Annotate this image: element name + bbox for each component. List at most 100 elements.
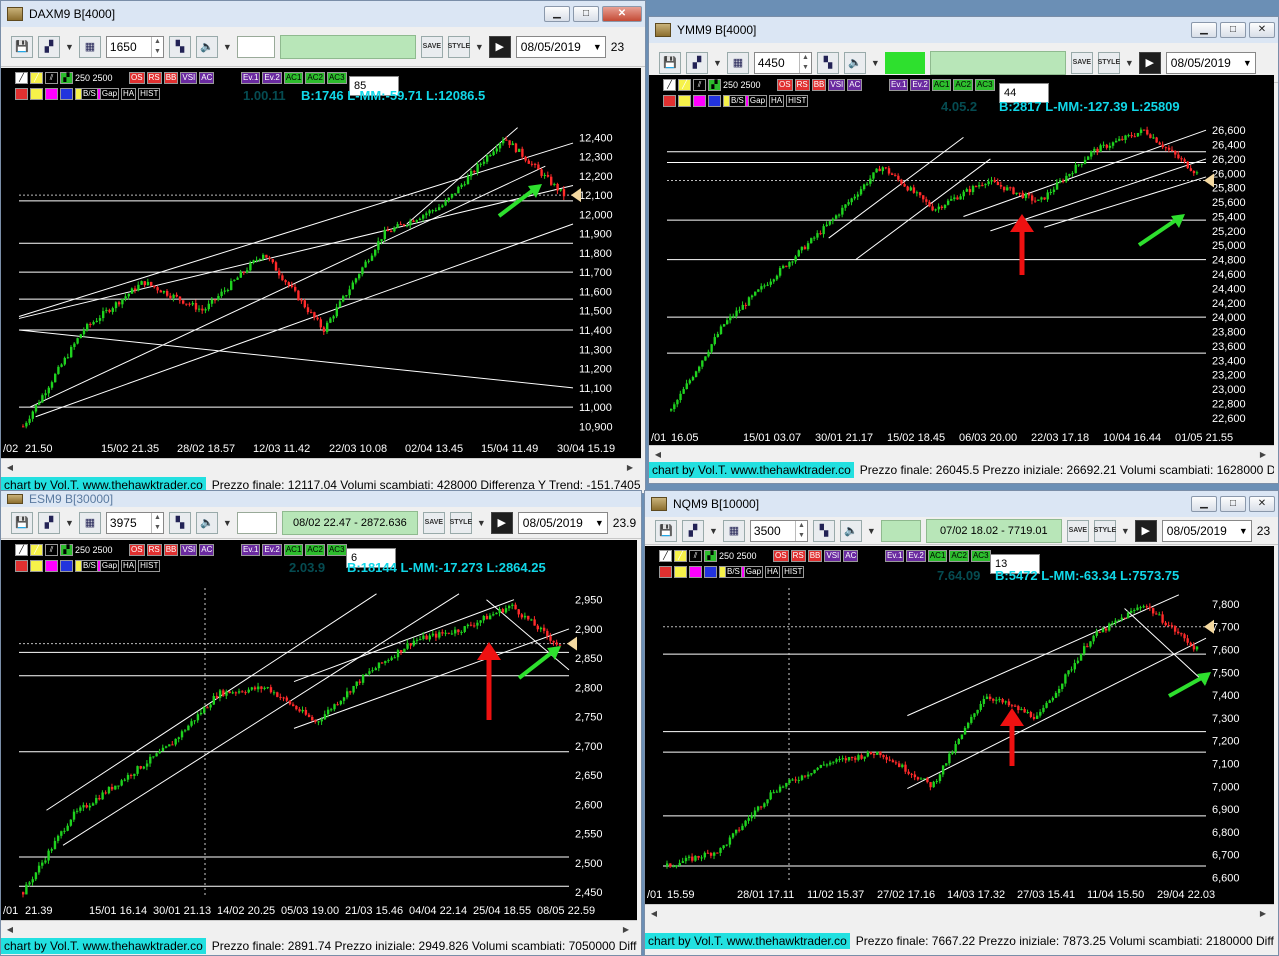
dax-titlebar[interactable]: DAXM9 B[4000] ▁ □ ✕ xyxy=(1,1,645,27)
channel-icon[interactable]: ⫽ xyxy=(689,550,702,562)
chevron-down-icon[interactable]: ▼ xyxy=(709,526,718,536)
ymm-titlebar[interactable]: YMM9 B[4000] ▁ □ ✕ xyxy=(649,17,1278,43)
chevron-down-icon[interactable]: ▼ xyxy=(593,42,605,52)
save-icon[interactable]: 💾 xyxy=(655,519,677,542)
ymm-chart[interactable]: 26,600 26,400 26,200 26,000 25,800 25,600 25,4… xyxy=(649,75,1274,447)
ev-ac-button[interactable]: Ev.2 xyxy=(906,550,926,562)
sound-icon[interactable]: 🔈 xyxy=(839,519,862,542)
chart-mode-button[interactable]: HIST xyxy=(138,88,161,100)
stepper-arrows-icon[interactable]: ▲ ▼ xyxy=(150,36,163,57)
ev-ac-button[interactable]: AC1 xyxy=(927,550,948,562)
ev-ac-button[interactable]: Ev.1 xyxy=(885,550,905,562)
stepper-arrows-icon[interactable]: ▲ ▼ xyxy=(794,520,807,541)
color-swatch[interactable] xyxy=(45,88,58,100)
draw-yellow-line-icon[interactable]: ╱ xyxy=(674,550,687,562)
grid-icon[interactable]: ▦ xyxy=(722,519,745,542)
draw-line-icon[interactable]: ╱ xyxy=(663,79,676,91)
ev-ac-button[interactable]: AC3 xyxy=(326,72,347,84)
esm-chart[interactable]: 2,950 2,900 2,850 2,800 2,750 2,700 2,650 2,600… xyxy=(1,540,637,920)
scroll-right-icon[interactable]: ▶ xyxy=(623,461,637,474)
chevron-down-icon[interactable]: ▼ xyxy=(475,42,484,52)
maximize-button[interactable]: □ xyxy=(573,6,599,22)
blank-field[interactable] xyxy=(236,511,277,534)
ev-ac-button[interactable]: AC2 xyxy=(305,72,325,84)
maximize-button[interactable]: □ xyxy=(1220,496,1246,512)
sound-icon[interactable]: 🔈 xyxy=(195,511,218,534)
bars-stepper[interactable]: 1650 ▲ ▼ xyxy=(105,35,164,58)
chevron-down-icon[interactable]: ▼ xyxy=(477,518,486,528)
play-icon[interactable]: ▶ xyxy=(488,35,511,58)
scroll-right-icon[interactable]: ▶ xyxy=(619,923,633,936)
osc-button[interactable]: BB xyxy=(811,79,827,91)
indicator-green-icon[interactable]: ▞ xyxy=(704,550,717,562)
color-swatch[interactable] xyxy=(30,88,43,100)
color-swatch[interactable] xyxy=(708,95,721,107)
save-layout-button[interactable]: SAVE xyxy=(422,511,445,534)
ev-ac-button[interactable]: Ev.1 xyxy=(241,544,261,556)
horizontal-scrollbar[interactable]: ◀ ▶ xyxy=(645,904,1274,922)
channel-icon[interactable]: ⫽ xyxy=(45,544,58,556)
osc-button[interactable]: OS xyxy=(129,72,145,84)
chart-mode-button[interactable]: B/S xyxy=(81,88,98,100)
chart-mode-button[interactable]: Gap xyxy=(747,95,768,107)
play-icon[interactable]: ▶ xyxy=(1134,519,1157,542)
date-picker[interactable]: 08/05/2019 ▼ xyxy=(515,35,606,58)
osc-button[interactable]: VSI xyxy=(824,550,842,562)
osc-button[interactable]: OS xyxy=(129,544,145,556)
color-swatch[interactable] xyxy=(15,88,28,100)
color-swatch[interactable] xyxy=(60,560,73,572)
chart-mode-button[interactable]: B/S xyxy=(729,95,746,107)
chart-icon[interactable]: ▞ xyxy=(38,511,60,534)
chart-mode-button[interactable]: HA xyxy=(765,566,781,578)
bars-stepper[interactable]: 3975 ▲ ▼ xyxy=(105,511,164,534)
ev-ac-button[interactable]: AC2 xyxy=(305,544,325,556)
minimize-button[interactable]: ▁ xyxy=(544,6,570,22)
save-icon[interactable]: 💾 xyxy=(659,51,681,74)
color-swatch[interactable] xyxy=(45,560,58,572)
osc-button[interactable]: BB xyxy=(807,550,823,562)
indicator-green-icon[interactable]: ▞ xyxy=(60,544,73,556)
scroll-left-icon[interactable]: ◀ xyxy=(3,923,17,936)
indicator-icon[interactable]: ▚ xyxy=(812,519,835,542)
chevron-down-icon[interactable]: ▼ xyxy=(1121,526,1130,536)
chart-mode-button[interactable]: HA xyxy=(121,560,137,572)
indicator-green-icon[interactable]: ▞ xyxy=(60,72,73,84)
chevron-down-icon[interactable]: ▼ xyxy=(1125,58,1134,68)
chevron-down-icon[interactable]: ▼ xyxy=(713,58,722,68)
osc-button[interactable]: AC xyxy=(847,79,863,91)
draw-line-icon[interactable]: ╱ xyxy=(659,550,672,562)
chart-mode-button[interactable]: Gap xyxy=(743,566,764,578)
date-picker[interactable]: 08/05/2019 ▼ xyxy=(1161,519,1252,542)
play-icon[interactable]: ▶ xyxy=(490,511,513,534)
credit-label[interactable]: chart by Vol.T. www.thehawktrader.co xyxy=(649,462,854,478)
nqm-chart[interactable]: 7,800 7,700 7,600 7,500 7,400 7,300 7,200 7,100… xyxy=(645,546,1274,904)
close-button[interactable]: ✕ xyxy=(1249,22,1275,38)
ev-ac-button[interactable]: AC2 xyxy=(953,79,973,91)
style-button[interactable]: STYLE xyxy=(1098,51,1120,74)
osc-button[interactable]: BB xyxy=(163,72,179,84)
draw-yellow-line-icon[interactable]: ╱ xyxy=(678,79,691,91)
chart-icon[interactable]: ▞ xyxy=(682,519,704,542)
scroll-right-icon[interactable]: ▶ xyxy=(1256,448,1270,461)
channel-icon[interactable]: ⫽ xyxy=(45,72,58,84)
osc-button[interactable]: VSI xyxy=(828,79,846,91)
osc-button[interactable]: AC xyxy=(843,550,859,562)
ev-ac-button[interactable]: Ev.2 xyxy=(262,72,282,84)
color-swatch[interactable] xyxy=(674,566,687,578)
color-swatch[interactable] xyxy=(678,95,691,107)
chart-mode-button[interactable]: B/S xyxy=(81,560,98,572)
scroll-left-icon[interactable]: ◀ xyxy=(647,907,661,920)
style-button[interactable]: STYLE xyxy=(450,511,472,534)
ev-ac-button[interactable]: Ev.1 xyxy=(241,72,261,84)
ev-ac-button[interactable]: AC1 xyxy=(931,79,952,91)
color-swatch[interactable] xyxy=(663,95,676,107)
ev-ac-button[interactable]: Ev.1 xyxy=(889,79,909,91)
close-button[interactable]: ✕ xyxy=(602,6,642,22)
chevron-down-icon[interactable]: ▼ xyxy=(867,526,876,536)
save-icon[interactable]: 💾 xyxy=(11,511,33,534)
esm-titlebar[interactable]: ESM9 B[30000] xyxy=(1,491,641,507)
sound-icon[interactable]: 🔈 xyxy=(843,51,866,74)
osc-button[interactable]: OS xyxy=(777,79,793,91)
draw-yellow-line-icon[interactable]: ╱ xyxy=(30,544,43,556)
scroll-left-icon[interactable]: ◀ xyxy=(3,461,17,474)
